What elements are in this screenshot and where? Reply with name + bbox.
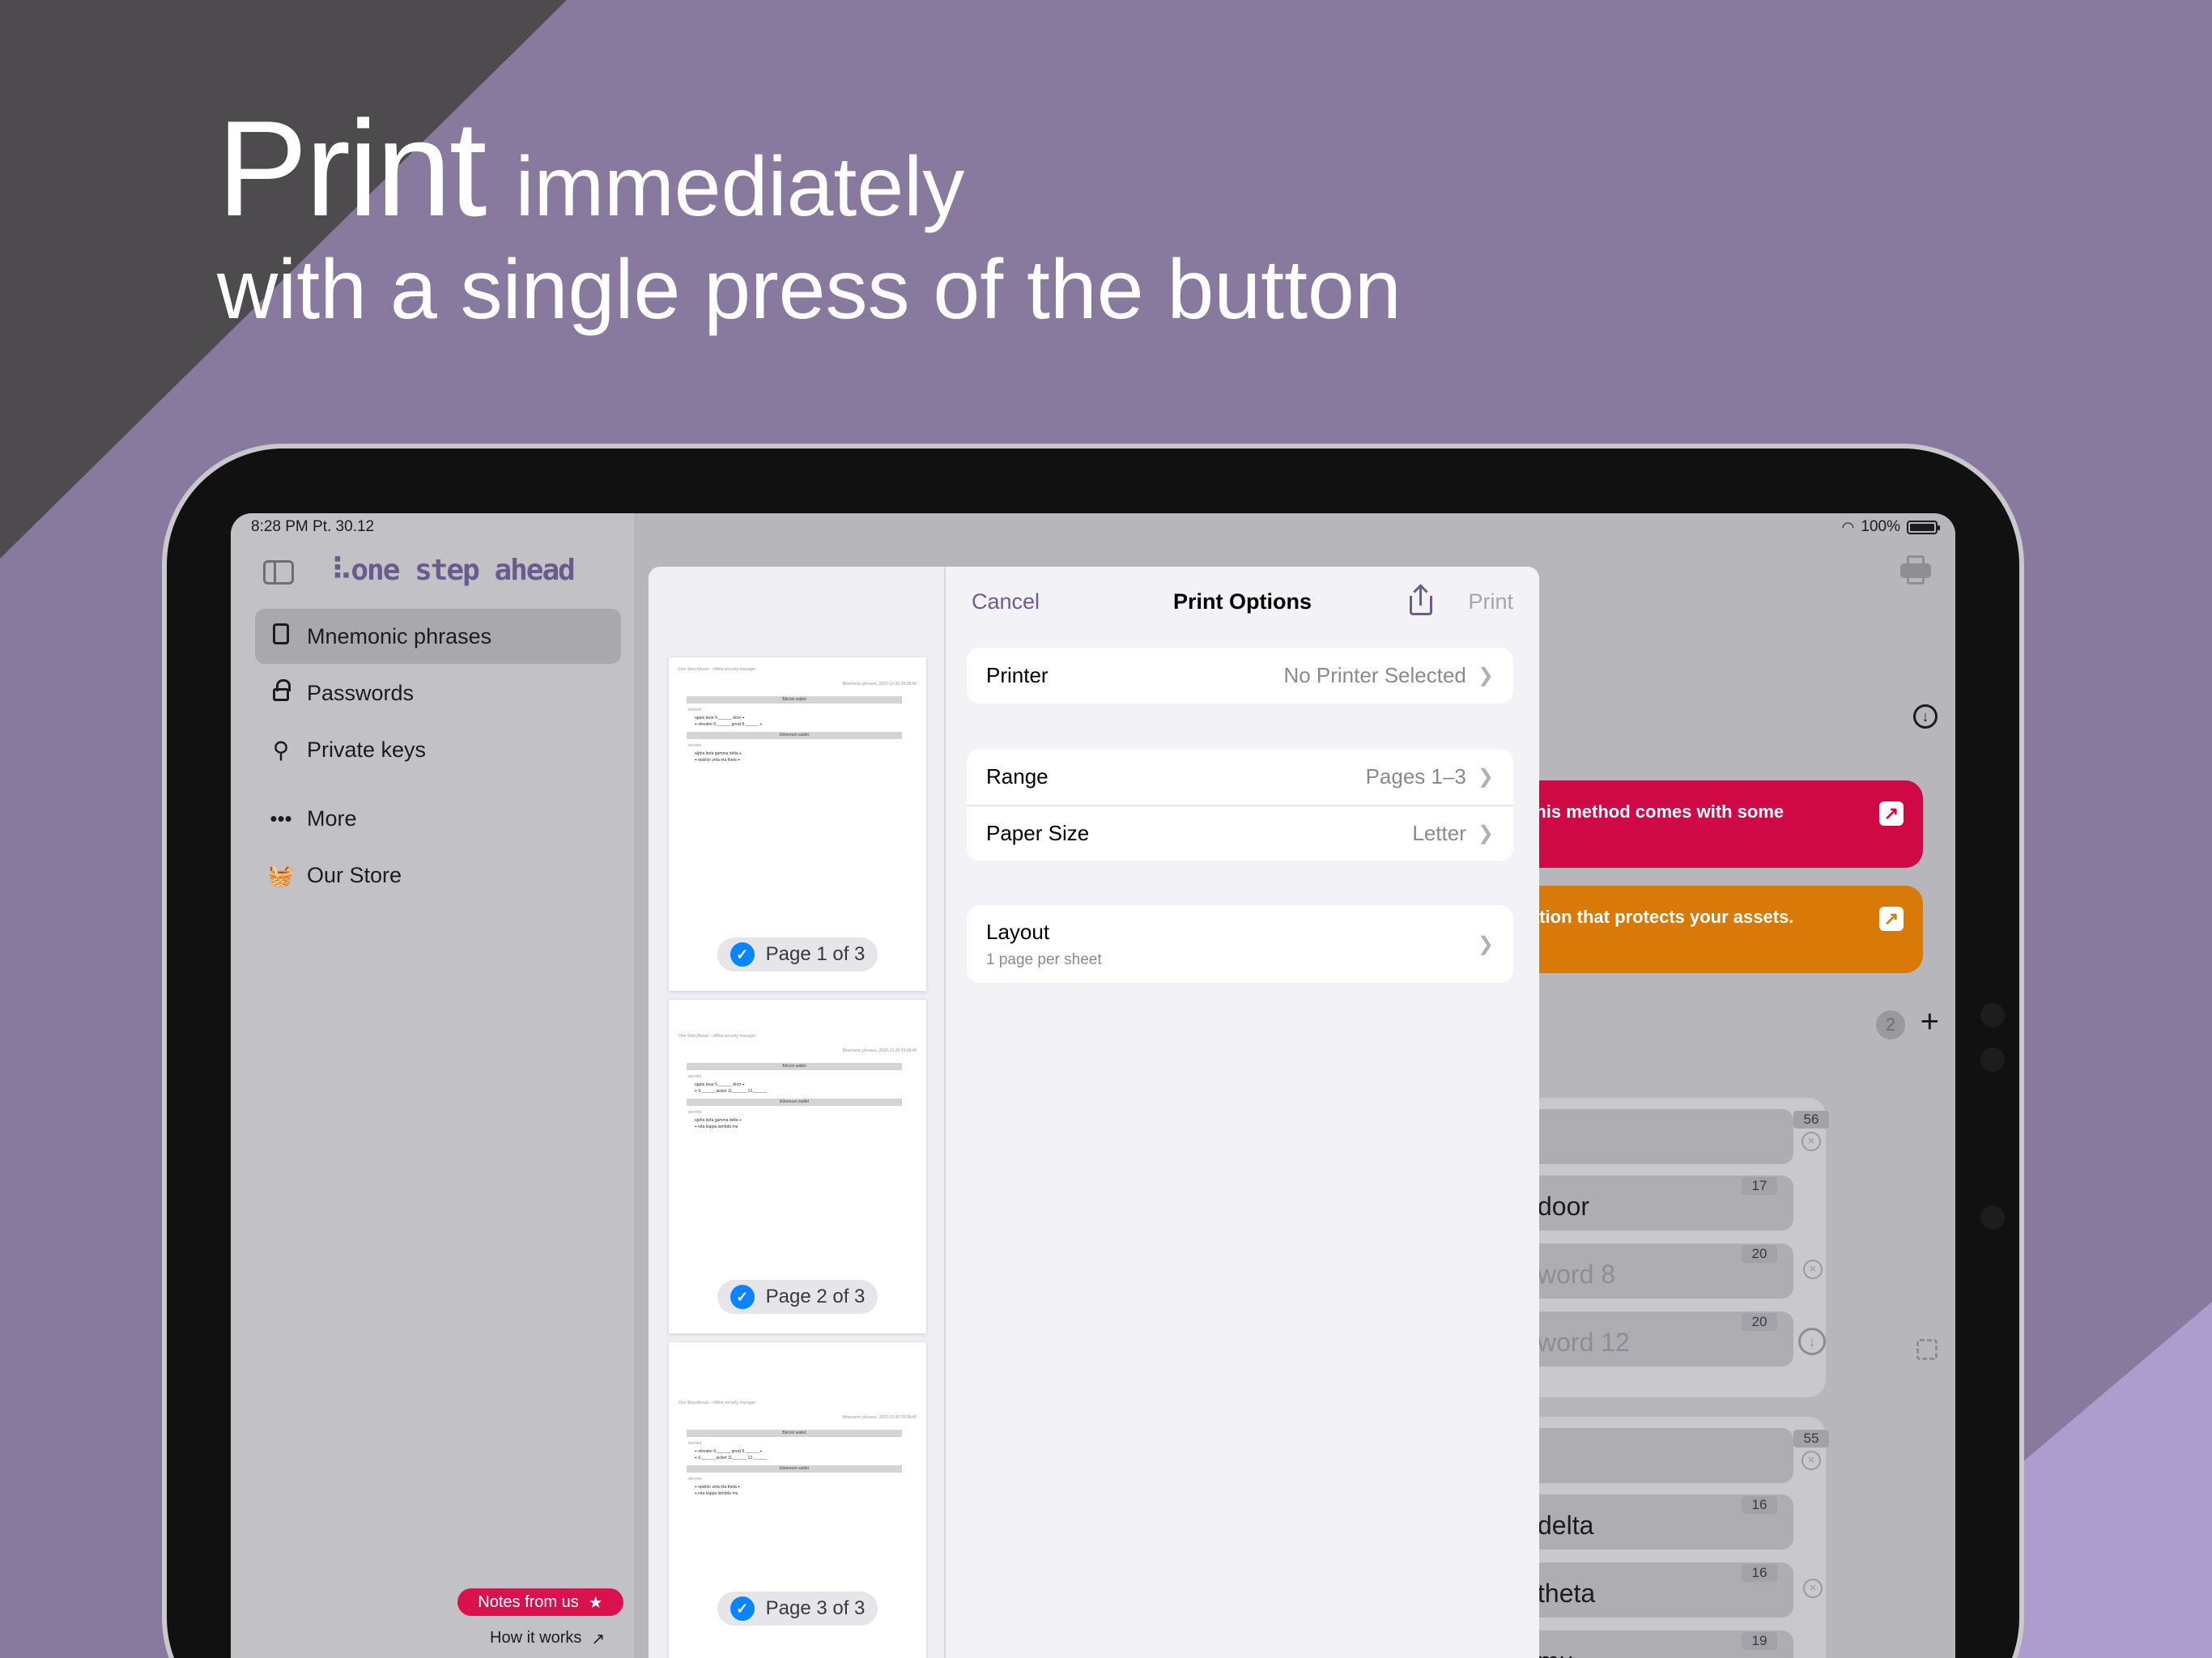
word-length-chip: 20 (1742, 1245, 1777, 1263)
word-count-chip: 56 (1793, 1111, 1829, 1129)
sidebar-item-passwords[interactable]: Passwords (255, 665, 621, 721)
printer-row[interactable]: Printer No Printer Selected ❯ (967, 648, 1513, 704)
sidebar-item-label: More (307, 806, 357, 831)
word-length-chip: 19 (1742, 1632, 1777, 1650)
word-slot[interactable] (1526, 1109, 1793, 1164)
page-preview[interactable]: One Step Ahead – offline security manage… (669, 657, 926, 991)
printer-icon[interactable] (1900, 555, 1931, 585)
layout-row[interactable]: Layout 1 page per sheet ❯ (967, 905, 1513, 983)
sidebar-item-mnemonic-phrases[interactable]: Mnemonic phrases (255, 609, 621, 664)
how-it-works-link[interactable]: How it works ↗ (490, 1629, 605, 1649)
logo-pixels-icon: ⠧ (331, 554, 352, 587)
device-camera-dot (1980, 1003, 2005, 1027)
add-button[interactable]: + (1921, 1004, 1939, 1040)
ellipsis-icon: ••• (270, 806, 292, 831)
notes-from-us-button[interactable]: Notes from us ★ (457, 1588, 623, 1616)
word-slot[interactable] (1526, 1428, 1793, 1483)
checkmark-icon: ✓ (730, 1596, 755, 1621)
scan-icon[interactable] (1916, 1339, 1938, 1360)
word-length-chip: 16 (1742, 1496, 1777, 1514)
sidebar-toggle-icon[interactable] (263, 560, 294, 585)
lock-icon (255, 678, 307, 707)
external-arrow-icon: ↗ (1879, 801, 1904, 826)
sidebar-item-label: Our Store (307, 862, 402, 887)
basket-icon: 🧺 (267, 862, 295, 887)
device-camera-dot (1980, 1205, 2005, 1230)
sidebar-item-label: Passwords (307, 680, 415, 705)
download-icon[interactable]: ↓ (1913, 704, 1938, 729)
page-preview-column: One Step Ahead – offline security manage… (649, 567, 946, 1658)
headline-immediately: immediately (515, 140, 965, 234)
page-selected-pill[interactable]: ✓ Page 2 of 3 (717, 1280, 878, 1314)
range-row[interactable]: Range Pages 1–3 ❯ (967, 749, 1513, 805)
print-options-sheet: One Step Ahead – offline security manage… (649, 567, 1539, 1658)
headline: Print immediately with a single press of… (217, 91, 1402, 338)
download-icon[interactable]: ↓ (1798, 1328, 1826, 1355)
status-time: 8:28 PM Pt. 30.12 (251, 518, 375, 535)
clear-icon[interactable]: × (1802, 1451, 1821, 1470)
warning-banner-red[interactable]: this method comes with some ↗ (1518, 780, 1923, 868)
key-icon: ⚲ (272, 737, 290, 763)
status-bar: 8:28 PM Pt. 30.12 ◠ 100% (231, 513, 1955, 542)
sidebar-item-label: Mnemonic phrases (307, 623, 492, 648)
page-selected-pill[interactable]: ✓ Page 3 of 3 (717, 1592, 878, 1626)
page-selected-pill[interactable]: ✓ Page 1 of 3 (717, 937, 878, 971)
word-length-chip: 17 (1742, 1177, 1777, 1195)
chevron-right-icon: ❯ (1477, 933, 1494, 955)
clear-icon[interactable]: × (1803, 1260, 1823, 1279)
sidebar-item-more[interactable]: ••• More (255, 791, 621, 846)
printer-group: Printer No Printer Selected ❯ (967, 648, 1513, 704)
sidebar-item-label: Private keys (307, 737, 427, 762)
info-banner-orange[interactable]: ation that protects your assets. ↗ (1518, 886, 1923, 973)
range-paper-group: Range Pages 1–3 ❯ Paper Size Letter ❯ (967, 749, 1513, 861)
device-camera-dot (1980, 1048, 2005, 1072)
chevron-right-icon: ❯ (1477, 823, 1494, 844)
word-length-chip: 20 (1742, 1313, 1777, 1331)
page-preview[interactable]: One Step Ahead – offline security manage… (669, 1000, 926, 1333)
headline-subline: with a single press of the button (217, 243, 1402, 337)
page-preview[interactable]: One Step Ahead – offline security manage… (669, 1342, 926, 1658)
print-options-header: Cancel Print Options Print (946, 567, 1539, 640)
sidebar: ⠧one step ahead Mnemonic phrases Passwor… (231, 513, 636, 1658)
headline-print: Print (217, 92, 487, 244)
battery-icon (1907, 520, 1940, 534)
share-icon[interactable] (1407, 584, 1435, 617)
app-logo: ⠧one step ahead (331, 554, 576, 587)
battery-percent: 100% (1861, 518, 1900, 535)
print-options-panel: Cancel Print Options Print Printer No Pr… (946, 567, 1539, 1658)
mnemonic-card: 55 × delta 16 theta 16 × mu 19 (1510, 1417, 1829, 1658)
paper-size-row[interactable]: Paper Size Letter ❯ (967, 805, 1513, 861)
chevron-right-icon: ❯ (1477, 665, 1494, 687)
document-icon (255, 623, 307, 650)
sidebar-item-our-store[interactable]: 🧺 Our Store (255, 848, 621, 903)
print-button[interactable]: Print (1468, 589, 1513, 614)
chevron-right-icon: ❯ (1477, 766, 1494, 788)
print-options-title: Print Options (1173, 589, 1312, 614)
external-arrow-icon: ↗ (591, 1630, 606, 1648)
wallet-count-badge: 2 (1876, 1010, 1905, 1039)
clear-icon[interactable]: × (1802, 1132, 1821, 1151)
checkmark-icon: ✓ (730, 1285, 755, 1309)
checkmark-icon: ✓ (730, 942, 755, 967)
external-arrow-icon: ↗ (1879, 907, 1904, 931)
star-icon: ★ (588, 1593, 603, 1612)
word-count-chip: 55 (1793, 1430, 1829, 1448)
clear-icon[interactable]: × (1803, 1579, 1823, 1598)
mnemonic-card: 56 × door 17 word 8 20 × word 12 20 ↓ (1510, 1098, 1829, 1397)
wifi-icon: ◠ (1841, 518, 1855, 535)
sidebar-item-private-keys[interactable]: ⚲ Private keys (255, 722, 621, 777)
word-length-chip: 16 (1742, 1564, 1777, 1582)
layout-group: Layout 1 page per sheet ❯ (967, 905, 1513, 983)
